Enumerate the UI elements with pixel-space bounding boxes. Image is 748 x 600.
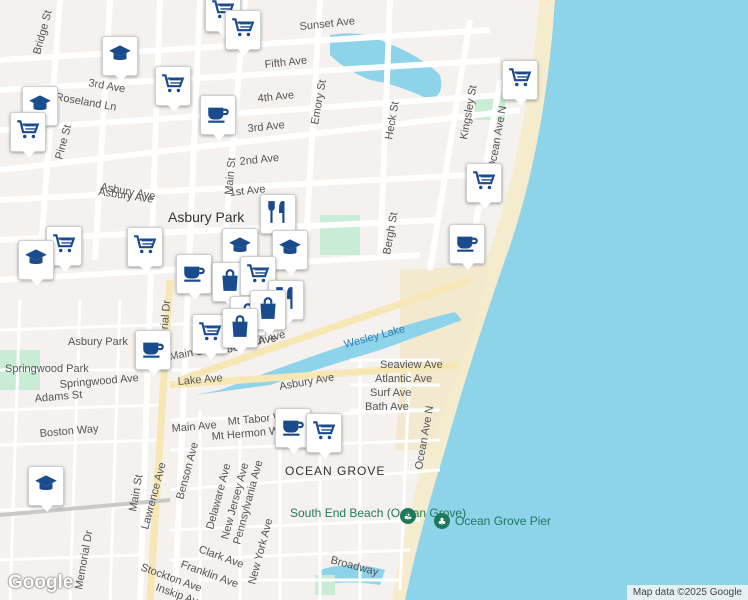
grocery-icon	[197, 319, 223, 350]
cafe-icon	[205, 100, 231, 131]
grocery-marker[interactable]	[127, 227, 163, 273]
grocery-icon	[51, 231, 77, 262]
cafe-icon	[140, 335, 166, 366]
grocery-marker[interactable]	[306, 413, 342, 459]
grocery-icon	[15, 117, 41, 148]
school-marker[interactable]	[102, 36, 138, 82]
cafe-icon	[280, 413, 306, 444]
grocery-marker[interactable]	[225, 10, 261, 56]
school-marker[interactable]	[272, 230, 308, 276]
grocery-marker[interactable]	[502, 60, 538, 106]
restaurant-icon	[265, 199, 291, 230]
cafe-marker[interactable]	[200, 95, 236, 141]
grocery-icon	[230, 15, 256, 46]
cafe-icon	[181, 259, 207, 290]
grocery-marker[interactable]	[155, 66, 191, 112]
school-icon	[277, 235, 303, 266]
school-marker[interactable]	[18, 240, 54, 286]
cafe-marker[interactable]	[176, 254, 212, 300]
grocery-icon	[160, 71, 186, 102]
grocery-marker[interactable]	[466, 163, 502, 209]
grocery-icon	[507, 65, 533, 96]
school-icon	[33, 471, 59, 502]
school-icon	[23, 245, 49, 276]
grocery-icon	[471, 168, 497, 199]
cafe-icon	[454, 229, 480, 260]
shopping-icon	[255, 295, 281, 326]
cafe-marker[interactable]	[449, 224, 485, 270]
shopping-marker[interactable]	[222, 308, 258, 354]
grocery-marker[interactable]	[10, 112, 46, 158]
cafe-marker[interactable]	[135, 330, 171, 376]
marker-layer	[0, 0, 748, 600]
grocery-icon	[132, 232, 158, 263]
restaurant-marker[interactable]	[260, 194, 296, 240]
map-attribution[interactable]: Map data ©2025 Google	[626, 585, 748, 600]
school-marker[interactable]	[28, 466, 64, 512]
google-logo: Google	[8, 572, 74, 593]
grocery-icon	[311, 418, 337, 449]
school-icon	[107, 41, 133, 72]
shopping-icon	[227, 313, 253, 344]
